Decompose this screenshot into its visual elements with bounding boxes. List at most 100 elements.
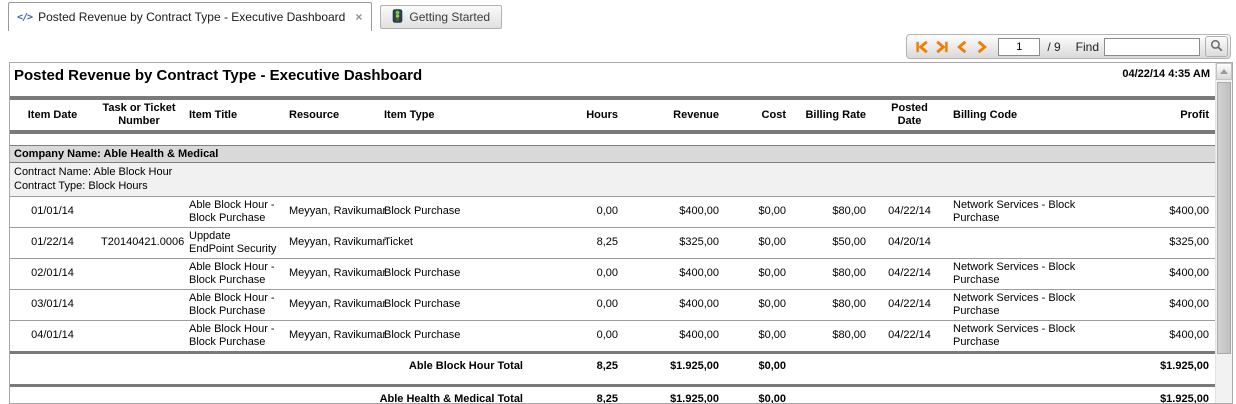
cell-profit: $400,00 — [1095, 196, 1215, 227]
cell-billing-rate: $50,00 — [792, 227, 872, 258]
cell-item-type: Block Purchase — [378, 196, 533, 227]
magnifier-icon — [1210, 39, 1223, 55]
vertical-scrollbar[interactable] — [1215, 63, 1232, 403]
cell-hours: 0,00 — [533, 258, 624, 289]
scroll-up-button[interactable] — [1216, 63, 1232, 80]
next-page-icon[interactable] — [974, 36, 989, 57]
cell-billing-rate: $80,00 — [792, 289, 872, 320]
cell-posted-date: 04/22/14 — [872, 258, 947, 289]
cell-cost: $0,00 — [725, 258, 792, 289]
col-revenue: Revenue — [624, 98, 725, 132]
cell-posted-date: 04/22/14 — [872, 289, 947, 320]
cell-revenue: $400,00 — [624, 289, 725, 320]
close-icon[interactable]: × — [355, 10, 362, 24]
cell-billing-code: Network Services - Block Purchase — [947, 196, 1095, 227]
col-item-date: Item Date — [10, 98, 95, 132]
cell-item-date: 01/22/14 — [10, 227, 95, 258]
find-input[interactable] — [1104, 38, 1200, 56]
total-profit: $1.925,00 — [1095, 385, 1215, 403]
cell-profit: $400,00 — [1095, 289, 1215, 320]
total-hours: 8,25 — [533, 352, 624, 385]
cell-item-title: Able Block Hour - Block Purchase — [183, 320, 283, 352]
tab-posted-revenue-report[interactable]: </> Posted Revenue by Contract Type - Ex… — [8, 2, 372, 31]
previous-page-icon[interactable] — [954, 36, 969, 57]
code-icon: </> — [17, 12, 32, 23]
cell-hours: 8,25 — [533, 227, 624, 258]
first-page-icon[interactable] — [914, 36, 929, 57]
report-title: Posted Revenue by Contract Type - Execut… — [14, 67, 422, 84]
cell-resource: Meyyan, Ravikumar — [283, 289, 378, 320]
last-page-icon[interactable] — [934, 36, 949, 57]
cell-billing-rate: $80,00 — [792, 320, 872, 352]
tab-getting-started[interactable]: Getting Started — [380, 5, 502, 29]
report-table: Item Date Task or Ticket Number Item Tit… — [10, 96, 1215, 403]
cell-item-date: 02/01/14 — [10, 258, 95, 289]
cell-billing-code: Network Services - Block Purchase — [947, 258, 1095, 289]
col-posted-date: Posted Date — [872, 98, 947, 132]
cell-item-type: Block Purchase — [378, 289, 533, 320]
cell-ticket — [95, 258, 183, 289]
table-row: 02/01/14 Able Block Hour - Block Purchas… — [10, 258, 1215, 289]
contract-name: Contract Name: Able Block Hour — [14, 165, 1211, 179]
table-row: 01/22/14 T20140421.0006 Uppdate EndPoint… — [10, 227, 1215, 258]
cell-ticket — [95, 196, 183, 227]
total-revenue: $1.925,00 — [624, 352, 725, 385]
cell-posted-date: 04/22/14 — [872, 320, 947, 352]
total-cost: $0,00 — [725, 352, 792, 385]
cell-item-type: Block Purchase — [378, 258, 533, 289]
cell-ticket — [95, 320, 183, 352]
cell-item-type: Block Purchase — [378, 320, 533, 352]
company-name: Company Name: Able Health & Medical — [10, 145, 1215, 162]
cell-billing-rate: $80,00 — [792, 258, 872, 289]
cell-profit: $325,00 — [1095, 227, 1215, 258]
col-billing-rate: Billing Rate — [792, 98, 872, 132]
col-billing-code: Billing Code — [947, 98, 1095, 132]
table-row: 01/01/14 Able Block Hour - Block Purchas… — [10, 196, 1215, 227]
cell-billing-code: Network Services - Block Purchase — [947, 289, 1095, 320]
cell-billing-code — [947, 227, 1095, 258]
cell-hours: 0,00 — [533, 289, 624, 320]
table-row: 03/01/14 Able Block Hour - Block Purchas… — [10, 289, 1215, 320]
cell-resource: Meyyan, Ravikumar — [283, 320, 378, 352]
tab-label: Getting Started — [409, 10, 490, 24]
cell-hours: 0,00 — [533, 196, 624, 227]
scrollbar-thumb[interactable] — [1217, 82, 1231, 354]
cell-item-title: Uppdate EndPoint Security — [183, 227, 283, 258]
col-profit: Profit — [1095, 98, 1215, 132]
cell-revenue: $400,00 — [624, 320, 725, 352]
col-item-title: Item Title — [183, 98, 283, 132]
cell-cost: $0,00 — [725, 196, 792, 227]
cell-revenue: $325,00 — [624, 227, 725, 258]
cell-billing-code: Network Services - Block Purchase — [947, 320, 1095, 352]
cell-resource: Meyyan, Ravikumar — [283, 227, 378, 258]
find-label: Find — [1076, 40, 1099, 54]
total-revenue: $1.925,00 — [624, 385, 725, 403]
pager-find-cluster: / 9 Find — [906, 34, 1231, 59]
cell-billing-rate: $80,00 — [792, 196, 872, 227]
page-number-input[interactable] — [998, 38, 1040, 56]
cell-posted-date: 04/20/14 — [872, 227, 947, 258]
total-hours: 8,25 — [533, 385, 624, 403]
cell-profit: $400,00 — [1095, 320, 1215, 352]
col-resource: Resource — [283, 98, 378, 132]
page-total-label: / 9 — [1045, 40, 1062, 54]
tab-label: Posted Revenue by Contract Type - Execut… — [38, 10, 345, 24]
company-group-row: Company Name: Able Health & Medical — [10, 145, 1215, 162]
cell-item-date: 01/01/14 — [10, 196, 95, 227]
cell-ticket — [95, 289, 183, 320]
col-ticket-number: Task or Ticket Number — [95, 98, 183, 132]
cell-ticket: T20140421.0006 — [95, 227, 183, 258]
report-content: Posted Revenue by Contract Type - Execut… — [10, 63, 1215, 403]
cell-revenue: $400,00 — [624, 196, 725, 227]
spacer-row — [10, 132, 1215, 145]
cell-item-title: Able Block Hour - Block Purchase — [183, 196, 283, 227]
search-button[interactable] — [1205, 36, 1228, 57]
report-toolbar: / 9 Find — [0, 31, 1236, 62]
cell-item-date: 04/01/14 — [10, 320, 95, 352]
cell-hours: 0,00 — [533, 320, 624, 352]
col-cost: Cost — [725, 98, 792, 132]
cell-item-type: Ticket — [378, 227, 533, 258]
traffic-light-icon — [392, 9, 403, 26]
total-profit: $1.925,00 — [1095, 352, 1215, 385]
total-label: Able Health & Medical Total — [10, 385, 533, 403]
